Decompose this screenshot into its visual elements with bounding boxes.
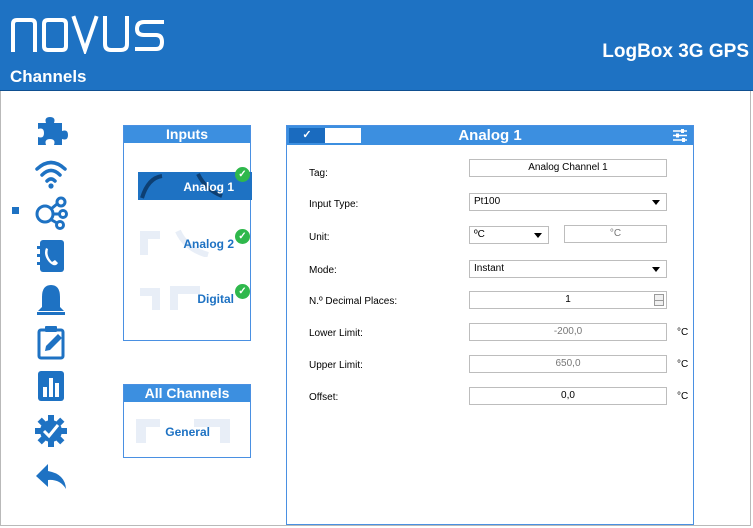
channel-digital-button[interactable]: Digital ✓ [138, 284, 252, 312]
channel-label: Digital [197, 292, 234, 306]
back-arrow-icon [36, 464, 66, 489]
bar-chart-icon [38, 371, 64, 401]
nav-settings-button[interactable] [32, 412, 70, 450]
offset-input[interactable]: 0,0 [469, 387, 667, 405]
decimal-places-label: N.º Decimal Places: [309, 296, 398, 307]
tag-input[interactable]: Analog Channel 1 [469, 159, 667, 177]
enabled-check-icon: ✓ [235, 284, 250, 299]
channel-enable-toggle-on[interactable]: ✓ [289, 128, 325, 143]
channels-icon [35, 196, 68, 230]
lower-limit-unit: °C [677, 327, 689, 338]
enabled-check-icon: ✓ [235, 229, 250, 244]
unit-value: ºC [474, 229, 485, 240]
decimal-places-value: 1 [565, 294, 571, 305]
input-type-select[interactable]: Pt100 [469, 193, 667, 211]
channel-analog-1-button[interactable]: Analog 1 ✓ [138, 167, 252, 200]
general-label: General [165, 425, 210, 439]
novus-logo [10, 14, 170, 59]
lower-limit-input[interactable]: -200,0 [469, 323, 667, 341]
upper-limit-unit: °C [677, 359, 689, 370]
general-button[interactable]: General [134, 417, 248, 445]
mode-value: Instant [474, 263, 505, 274]
sliders-icon[interactable] [673, 129, 687, 142]
inputs-panel-title: Inputs [124, 126, 250, 143]
offset-label: Offset: [309, 392, 339, 403]
unit-custom-input[interactable]: °C [564, 225, 667, 243]
nav-back-button[interactable] [32, 457, 70, 495]
enabled-check-icon: ✓ [235, 167, 250, 182]
nav-communication-button[interactable] [32, 154, 70, 192]
active-nav-marker [12, 207, 19, 214]
channel-analog-2-button[interactable]: Analog 2 ✓ [138, 229, 252, 257]
puzzle-icon [38, 117, 68, 145]
nav-contacts-button[interactable] [32, 237, 70, 275]
chevron-down-icon [534, 233, 542, 238]
chevron-down-icon [652, 267, 660, 272]
channel-label: Analog 2 [183, 237, 234, 251]
product-name: LogBox 3G GPS [602, 41, 749, 62]
mode-select[interactable]: Instant [469, 260, 667, 278]
bell-icon [37, 285, 65, 315]
nav-channels-button[interactable] [32, 193, 70, 231]
nav-general-button[interactable] [32, 111, 70, 149]
chevron-down-icon [652, 200, 660, 205]
channel-config-header: Analog 1 ✓ [287, 126, 693, 145]
input-type-label: Input Type: [309, 199, 359, 210]
offset-unit: °C [677, 391, 689, 402]
contact-book-icon [37, 240, 64, 272]
upper-limit-label: Upper Limit: [309, 360, 363, 371]
tag-label: Tag: [309, 168, 328, 179]
unit-label: Unit: [309, 232, 330, 243]
decimal-places-stepper[interactable]: 1 [469, 291, 667, 309]
lower-limit-label: Lower Limit: [309, 328, 363, 339]
wifi-icon [35, 160, 67, 189]
unit-select[interactable]: ºC [469, 226, 549, 244]
clipboard-edit-icon [37, 326, 65, 360]
channel-label: Analog 1 [183, 180, 234, 194]
nav-alarms-button[interactable] [32, 282, 70, 320]
nav-statistics-button[interactable] [32, 367, 70, 405]
channel-config-panel: Analog 1 ✓ Tag: Analog Channel 1 Input T… [286, 125, 694, 525]
nav-diagnostics-button[interactable] [32, 323, 70, 361]
gear-icon [35, 415, 67, 447]
all-channels-panel-title: All Channels [124, 385, 250, 402]
upper-limit-input[interactable]: 650,0 [469, 355, 667, 373]
app-header: Channels LogBox 3G GPS [0, 0, 753, 91]
channel-enable-toggle-off[interactable] [325, 128, 361, 143]
page-title: Channels [10, 67, 87, 86]
all-channels-panel: All Channels General [123, 384, 251, 458]
inputs-panel: Inputs Analog 1 ✓ Analog 2 ✓ Digital ✓ [123, 125, 252, 341]
mode-label: Mode: [309, 265, 337, 276]
input-type-value: Pt100 [474, 196, 501, 207]
stepper-arrows-icon[interactable] [654, 294, 664, 306]
